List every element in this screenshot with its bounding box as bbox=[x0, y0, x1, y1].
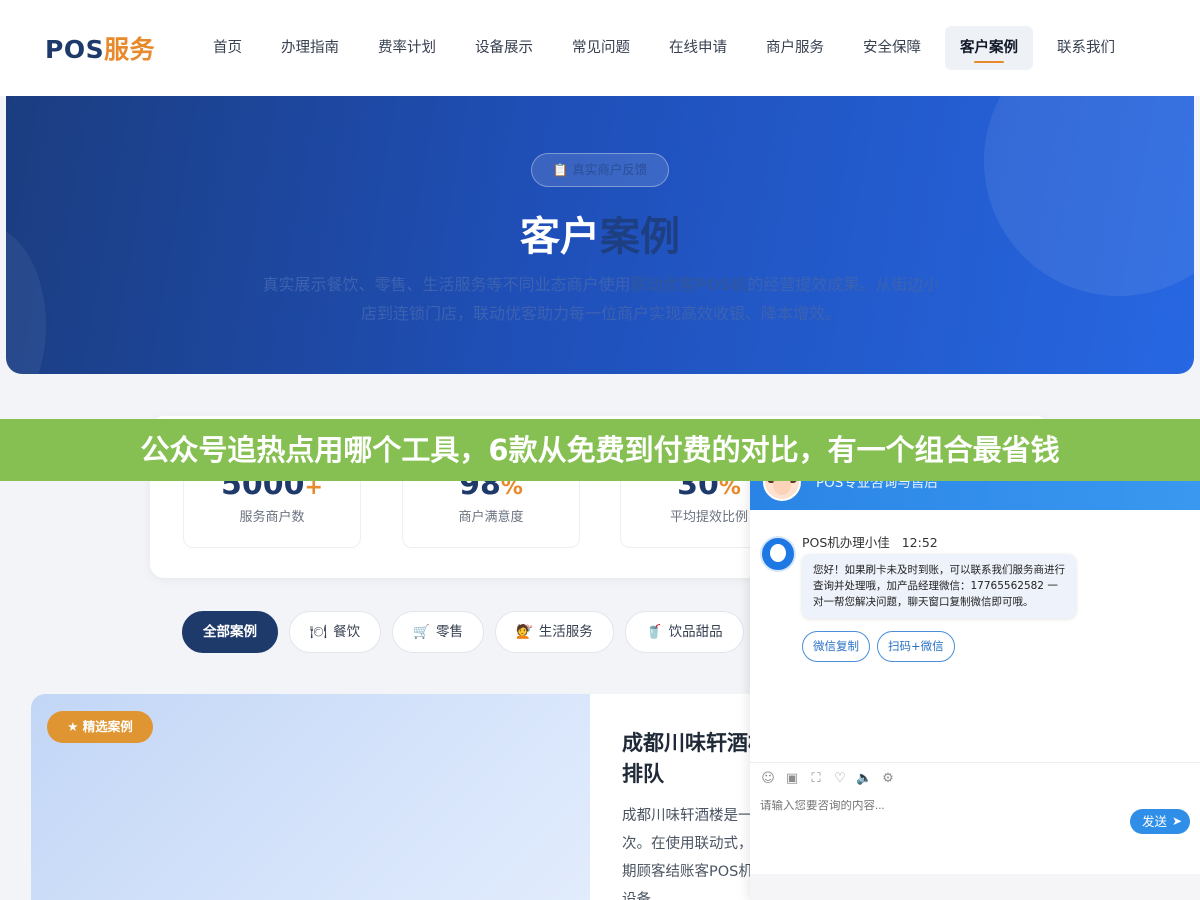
nav-security[interactable]: 安全保障 bbox=[848, 26, 936, 70]
case-image: ★ 精选案例 bbox=[31, 694, 590, 900]
settings-icon[interactable]: ⚙ bbox=[880, 771, 896, 787]
nav-faq[interactable]: 常见问题 bbox=[557, 26, 645, 70]
filter-retail[interactable]: 🛒 零售 bbox=[392, 611, 484, 653]
filter-life-service[interactable]: 💇 生活服务 bbox=[494, 611, 614, 653]
scan-wechat-button[interactable]: 扫码+微信 bbox=[877, 631, 955, 662]
hero-decor-circle bbox=[984, 96, 1194, 296]
haircut-icon: 💇 bbox=[515, 624, 533, 640]
site-logo[interactable]: POS服务 bbox=[45, 30, 155, 66]
filter-all[interactable]: 全部案例 bbox=[182, 611, 278, 653]
cart-icon: 🛒 bbox=[413, 624, 430, 640]
dining-icon: 🍽 bbox=[310, 624, 328, 640]
nav-rates[interactable]: 费率计划 bbox=[363, 26, 451, 70]
send-button[interactable]: 发送 ➤ bbox=[1130, 809, 1190, 834]
hero-badge: 📋 真实商户反馈 bbox=[531, 153, 669, 187]
emoji-icon[interactable]: ☺ bbox=[760, 771, 776, 787]
favorite-icon[interactable]: ♡ bbox=[832, 771, 848, 787]
page-title: 客户案例 bbox=[520, 214, 680, 260]
featured-tag: ★ 精选案例 bbox=[47, 711, 153, 743]
chat-widget: POS专业咨询与售后 — POS机办理小佳 12:52 您好！如果刷卡未及时到账… bbox=[750, 450, 1200, 900]
nav-guide[interactable]: 办理指南 bbox=[266, 26, 354, 70]
hero-description: 真实展示餐饮、零售、生活服务等不同业态商户使用联动优客POS机的经营提效成果。从… bbox=[262, 275, 940, 323]
chat-input[interactable] bbox=[760, 800, 1120, 812]
top-header: POS服务 首页 办理指南 费率计划 设备展示 常见问题 在线申请 商户服务 安… bbox=[0, 0, 1200, 96]
headline-banner: 公众号追热点用哪个工具，6款从免费到付费的对比，有一个组合最省钱 bbox=[0, 419, 1200, 481]
main-nav: 首页 办理指南 费率计划 设备展示 常见问题 在线申请 商户服务 安全保障 客户… bbox=[198, 26, 1139, 70]
chat-toolbar: ☺ ▣ ⛶ ♡ 🔈 ⚙ bbox=[760, 771, 904, 787]
filter-dining[interactable]: 🍽 餐饮 bbox=[289, 611, 382, 653]
case-filters: 全部案例 🍽 餐饮 🛒 零售 💇 生活服务 🥤 饮品甜品 bbox=[182, 611, 755, 653]
filter-drinks[interactable]: 🥤 饮品甜品 bbox=[624, 611, 744, 653]
sender-avatar bbox=[760, 536, 796, 572]
nav-devices[interactable]: 设备展示 bbox=[460, 26, 548, 70]
nav-apply[interactable]: 在线申请 bbox=[654, 26, 742, 70]
copy-wechat-button[interactable]: 微信复制 bbox=[802, 631, 870, 662]
image-icon[interactable]: ▣ bbox=[784, 771, 800, 787]
nav-contact[interactable]: 联系我们 bbox=[1042, 26, 1130, 70]
send-arrow-icon: ➤ bbox=[1171, 814, 1182, 828]
hero-section: 📋 真实商户反馈 客户案例 真实展示餐饮、零售、生活服务等不同业态商户使用联动优… bbox=[6, 96, 1194, 374]
divider bbox=[750, 762, 1200, 763]
screenshot-icon[interactable]: ⛶ bbox=[808, 771, 824, 787]
chat-footer bbox=[750, 874, 1200, 900]
voice-icon[interactable]: 🔈 bbox=[856, 771, 872, 787]
nav-cases[interactable]: 客户案例 bbox=[945, 26, 1033, 70]
nav-merchant-service[interactable]: 商户服务 bbox=[751, 26, 839, 70]
nav-home[interactable]: 首页 bbox=[198, 26, 257, 70]
drink-icon: 🥤 bbox=[645, 624, 663, 640]
message-bubble: 您好！如果刷卡未及时到账，可以联系我们服务商进行查询并处理哦，加产品经理微信：1… bbox=[802, 554, 1076, 618]
message-meta: POS机办理小佳 12:52 bbox=[802, 535, 938, 550]
